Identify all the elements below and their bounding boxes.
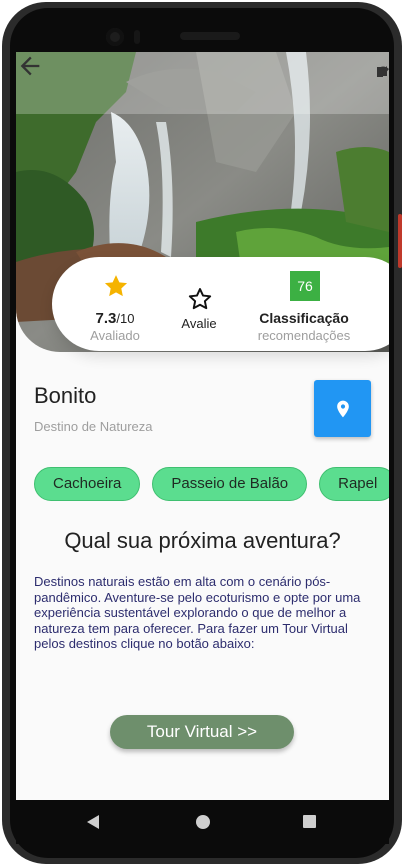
star-filled-icon <box>104 275 128 297</box>
destination-name: Bonito <box>34 383 97 408</box>
android-nav-bar <box>16 800 389 844</box>
chip-rapel[interactable]: Rapel <box>319 467 389 501</box>
classification-sub: recomendações <box>257 328 351 343</box>
rating-score-section: 7.3/10 Avaliado <box>74 257 156 351</box>
tour-virtual-button[interactable]: Tour Virtual >> <box>110 715 294 749</box>
proximity-sensor <box>134 30 140 44</box>
nav-home-icon[interactable] <box>196 815 210 829</box>
chip-passeio-de-balao[interactable]: Passeio de Balão <box>152 467 308 501</box>
classification-badge: 76 <box>290 271 320 301</box>
destination-type: Destino de Natureza <box>34 419 153 434</box>
adventure-description: Destinos naturais estão em alta com o ce… <box>34 574 361 651</box>
app-screen: 7.3/10 Avaliado Avalie 76 Classificação … <box>16 52 389 800</box>
nav-recent-apps-icon[interactable] <box>303 815 316 828</box>
back-arrow-icon[interactable] <box>16 52 44 80</box>
star-outline-icon[interactable] <box>187 286 213 312</box>
rating-score: 7.3/10 <box>95 310 135 327</box>
battery-icon <box>377 67 383 77</box>
front-camera <box>106 28 124 46</box>
chip-cachoeira[interactable]: Cachoeira <box>34 467 141 501</box>
earpiece-speaker <box>180 32 240 40</box>
classification-title: Classificação <box>259 310 349 326</box>
rating-score-label: Avaliado <box>90 328 140 343</box>
power-button <box>398 214 402 268</box>
classification-section: 76 Classificação recomendações <box>246 257 362 351</box>
activity-chips: Cachoeira Passeio de Balão Rapel <box>34 467 389 501</box>
map-location-button[interactable] <box>314 380 371 437</box>
rate-label: Avalie <box>181 316 217 331</box>
rate-button[interactable]: Avalie <box>170 257 228 351</box>
location-pin-icon <box>336 400 349 417</box>
nav-back-icon[interactable] <box>86 814 100 830</box>
adventure-headline: Qual sua próxima aventura? <box>64 528 341 553</box>
rating-card: 7.3/10 Avaliado Avalie 76 Classificação … <box>52 257 389 351</box>
